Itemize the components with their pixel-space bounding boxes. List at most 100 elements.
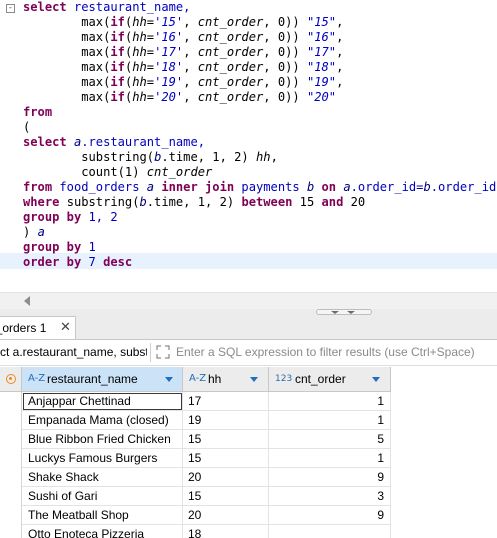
code-line[interactable]: select restaurant_name, bbox=[23, 0, 190, 15]
editor-horizontal-scrollbar[interactable] bbox=[0, 292, 497, 309]
select-all-corner[interactable] bbox=[0, 367, 22, 392]
code-token: = bbox=[146, 75, 155, 89]
cell-restaurant-name[interactable]: Blue Ribbon Fried Chicken bbox=[22, 430, 183, 449]
cell-restaurant-name[interactable]: Anjappar Chettinad bbox=[22, 392, 183, 411]
close-icon[interactable]: ✕ bbox=[60, 320, 71, 334]
code-token: max bbox=[81, 30, 104, 44]
cell-hh[interactable]: 19 bbox=[183, 411, 269, 430]
cell-restaurant-name[interactable]: Sushi of Gari bbox=[22, 487, 183, 506]
cell-hh[interactable]: 15 bbox=[183, 487, 269, 506]
column-header-restaurant-name[interactable]: A-Z restaurant_name bbox=[22, 367, 183, 392]
results-filter-bar: ct a.restaurant_name, substr Enter a SQL… bbox=[0, 340, 497, 366]
code-token: .order_id bbox=[430, 180, 497, 194]
cell-cnt-order[interactable]: 9 bbox=[269, 468, 391, 487]
code-token: '17' bbox=[154, 45, 184, 59]
code-line[interactable]: group by 1 bbox=[23, 240, 96, 255]
code-token: inner join bbox=[161, 180, 235, 194]
cell-hh[interactable]: 15 bbox=[183, 430, 269, 449]
code-token: , 0)) bbox=[263, 75, 307, 89]
code-line[interactable]: max(if(hh='17', cnt_order, 0)) "17", bbox=[23, 45, 343, 60]
results-grid[interactable]: A-Z restaurant_name A-Z hh 123 cnt_order… bbox=[0, 367, 497, 538]
column-header-hh[interactable]: A-Z hh bbox=[183, 367, 269, 392]
collapse-arrow-icon[interactable] bbox=[347, 311, 355, 314]
code-token: if bbox=[110, 15, 125, 29]
code-token: max bbox=[81, 60, 104, 74]
cell-restaurant-name[interactable]: Otto Enoteca Pizzeria bbox=[22, 525, 183, 538]
column-name: cnt_order bbox=[295, 372, 346, 386]
code-token: if bbox=[110, 90, 125, 104]
cell-restaurant-name[interactable]: Shake Shack bbox=[22, 468, 183, 487]
code-line[interactable]: count(1) cnt_order bbox=[23, 165, 212, 180]
code-line[interactable]: group by 1, 2 bbox=[23, 210, 118, 225]
code-token: '20' bbox=[154, 90, 184, 104]
code-token: a bbox=[146, 180, 155, 194]
sort-dropdown-icon[interactable] bbox=[372, 377, 380, 382]
table-row[interactable]: Otto Enoteca Pizzeria 18 bbox=[22, 525, 391, 538]
code-line[interactable]: select a.restaurant_name, bbox=[23, 135, 205, 150]
code-token: hh bbox=[132, 30, 147, 44]
code-token: "16" bbox=[306, 30, 337, 44]
cell-hh[interactable]: 20 bbox=[183, 468, 269, 487]
code-token: .restaurant_name, bbox=[81, 135, 206, 149]
table-row[interactable]: Empanada Mama (closed) 19 1 bbox=[22, 411, 391, 430]
cell-hh[interactable]: 20 bbox=[183, 506, 269, 525]
code-token: , 0)) bbox=[263, 60, 307, 74]
table-row[interactable]: The Meatball Shop 20 9 bbox=[22, 506, 391, 525]
code-token: "15" bbox=[306, 15, 337, 29]
collapse-arrow-icon[interactable] bbox=[331, 311, 339, 314]
code-line[interactable]: substring(b.time, 1, 2) hh, bbox=[23, 150, 278, 165]
cell-restaurant-name[interactable]: Empanada Mama (closed) bbox=[22, 411, 183, 430]
cell-cnt-order[interactable]: 1 bbox=[269, 392, 391, 411]
tab-results[interactable]: l_orders 1 ✕ bbox=[0, 316, 76, 339]
table-row[interactable]: Blue Ribbon Fried Chicken 15 5 bbox=[22, 430, 391, 449]
code-line[interactable]: from food_orders a inner join payments b… bbox=[23, 180, 496, 195]
code-token: cnt_order bbox=[197, 75, 264, 89]
cell-cnt-order[interactable]: 5 bbox=[269, 430, 391, 449]
code-line[interactable]: max(if(hh='16', cnt_order, 0)) "16", bbox=[23, 30, 343, 45]
cell-cnt-order[interactable]: 3 bbox=[269, 487, 391, 506]
cell-hh[interactable]: 15 bbox=[183, 449, 269, 468]
code-line[interactable]: where substring(b.time, 1, 2) between 15… bbox=[23, 195, 365, 210]
cell-cnt-order[interactable]: 1 bbox=[269, 411, 391, 430]
cell-restaurant-name[interactable]: The Meatball Shop bbox=[22, 506, 183, 525]
table-row[interactable]: Anjappar Chettinad 17 1 bbox=[22, 392, 391, 411]
code-token: cnt_order bbox=[197, 60, 264, 74]
code-line[interactable]: max(if(hh='20', cnt_order, 0)) "20" bbox=[23, 90, 336, 105]
filter-history-text[interactable]: ct a.restaurant_name, substr bbox=[0, 345, 147, 359]
code-line[interactable]: order by 7 desc bbox=[23, 255, 132, 270]
code-line[interactable]: from bbox=[23, 105, 52, 120]
cell-restaurant-name[interactable]: Luckys Famous Burgers bbox=[22, 449, 183, 468]
code-token: max bbox=[81, 90, 104, 104]
code-line[interactable]: max(if(hh='19', cnt_order, 0)) "19", bbox=[23, 75, 343, 90]
table-row[interactable]: Luckys Famous Burgers 15 1 bbox=[22, 449, 391, 468]
column-header-cnt-order[interactable]: 123 cnt_order bbox=[269, 367, 391, 392]
code-token: hh bbox=[132, 15, 147, 29]
cell-cnt-order[interactable]: 1 bbox=[269, 449, 391, 468]
code-line[interactable]: max(if(hh='18', cnt_order, 0)) "18", bbox=[23, 60, 343, 75]
fold-toggle-icon[interactable]: - bbox=[6, 4, 15, 13]
sql-editor[interactable]: - select restaurant_name, max(if(hh='15'… bbox=[0, 0, 497, 285]
sort-dropdown-icon[interactable] bbox=[250, 377, 258, 382]
cell-hh[interactable]: 17 bbox=[183, 392, 269, 411]
expand-filter-icon[interactable] bbox=[156, 345, 170, 359]
code-line[interactable]: max(if(hh='15', cnt_order, 0)) "15", bbox=[23, 15, 343, 30]
code-token: a bbox=[37, 225, 45, 239]
code-token: payments bbox=[234, 180, 307, 194]
cell-hh[interactable]: 18 bbox=[183, 525, 269, 538]
cell-cnt-order[interactable] bbox=[269, 525, 391, 538]
table-row[interactable]: Sushi of Gari 15 3 bbox=[22, 487, 391, 506]
filter-input[interactable]: Enter a SQL expression to filter results… bbox=[176, 345, 475, 359]
results-tabbar: l_orders 1 ✕ bbox=[0, 315, 497, 340]
table-row[interactable]: Shake Shack 20 9 bbox=[22, 468, 391, 487]
sort-dropdown-icon[interactable] bbox=[165, 377, 173, 382]
scroll-left-arrow-icon[interactable] bbox=[24, 296, 30, 306]
code-line[interactable]: ( bbox=[23, 120, 30, 135]
code-line[interactable]: ) a bbox=[23, 225, 45, 240]
cell-cnt-order[interactable]: 9 bbox=[269, 506, 391, 525]
code-token: = bbox=[146, 90, 155, 104]
code-token: 7 bbox=[81, 255, 104, 269]
code-token: hh bbox=[132, 75, 147, 89]
code-token: order by bbox=[23, 255, 82, 269]
text-type-icon: A-Z bbox=[189, 373, 207, 384]
